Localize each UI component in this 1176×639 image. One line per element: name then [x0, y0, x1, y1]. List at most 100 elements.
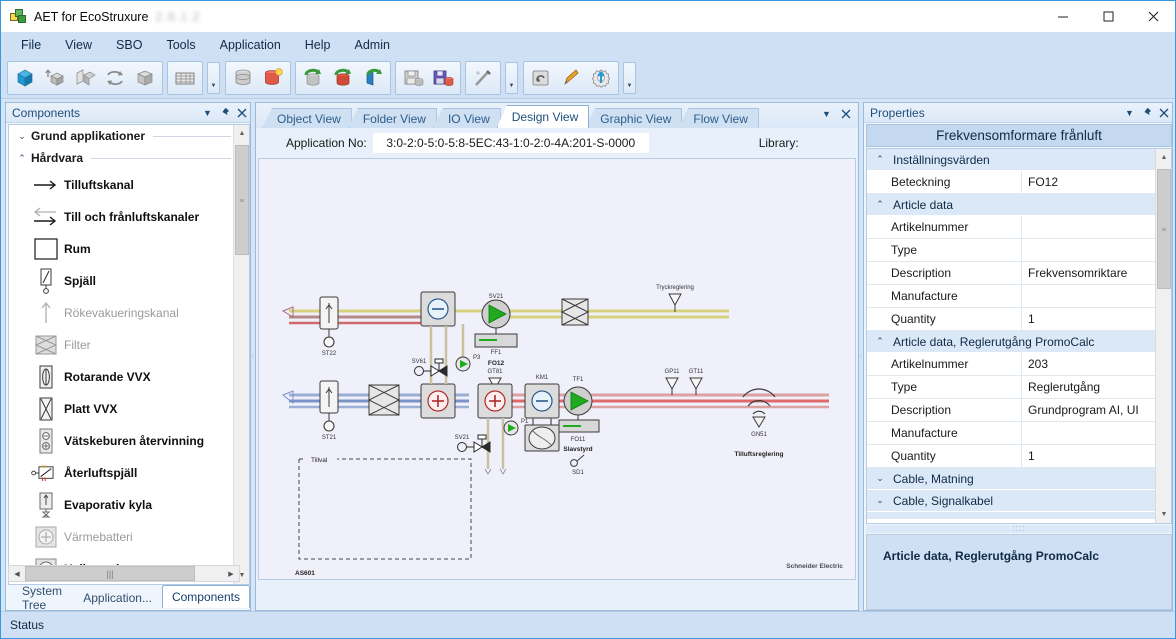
grid-view-button[interactable] — [170, 63, 200, 93]
chevron-down-icon[interactable]: ▼ — [1121, 105, 1138, 121]
component-item-vatskeburen-atervinning[interactable]: Vätskeburen återvinning — [9, 425, 235, 457]
tab-design-view[interactable]: Design View — [496, 105, 590, 128]
properties-splitter[interactable]: ⁚⁚⁚⁚ — [866, 525, 1172, 533]
copy-object-button[interactable] — [70, 63, 100, 93]
toolbar-overflow-3[interactable] — [623, 61, 636, 94]
menu-help[interactable]: Help — [293, 35, 343, 55]
properties-vertical-scrollbar[interactable]: ▲ ≡ ▼ — [1155, 149, 1171, 523]
table-row[interactable]: Beteckning FO12 — [867, 171, 1157, 194]
pin-icon[interactable] — [1138, 105, 1155, 121]
table-row[interactable]: Manufacture — [867, 422, 1157, 445]
table-row[interactable]: Type Reglerutgång — [867, 376, 1157, 399]
property-value[interactable]: 203 — [1022, 353, 1157, 375]
settings-button[interactable] — [586, 63, 616, 93]
table-row[interactable]: Manufacture — [867, 285, 1157, 308]
property-group-cable-matning[interactable]: ⌄ Cable, Matning — [867, 468, 1157, 490]
property-value[interactable]: Frekvensomriktare — [1022, 262, 1157, 284]
component-item-varmebatteri[interactable]: Värmebatteri — [9, 521, 235, 553]
components-horizontal-scrollbar[interactable]: ◀ ||| ▶ — [8, 565, 240, 582]
close-button[interactable] — [1130, 1, 1175, 31]
export-red-button[interactable] — [328, 63, 358, 93]
chevron-down-icon[interactable]: ▼ — [199, 105, 216, 121]
property-group-article-data[interactable]: ⌃ Article data — [867, 194, 1157, 216]
scroll-thumb[interactable]: ≡ — [235, 145, 249, 255]
component-item-evaporativ-kyla[interactable]: Evaporativ kyla — [9, 489, 235, 521]
property-value[interactable] — [1022, 239, 1157, 261]
component-item-aterluftspjall[interactable]: Återluftspjäll — [9, 457, 235, 489]
component-item-rum[interactable]: Rum — [9, 233, 235, 265]
property-group-partial[interactable] — [867, 512, 1157, 520]
application-no-value[interactable]: 3:0-2:0-5:0-5:8-5EC:43-1:0-2:0-4A:201-S-… — [372, 133, 649, 153]
menu-view[interactable]: View — [53, 35, 104, 55]
property-group-article-data-reglerutgang-promocalc[interactable]: ⌃ Article data, Reglerutgång PromoCalc — [867, 331, 1157, 353]
scroll-right-button[interactable]: ▶ — [223, 566, 239, 581]
components-group-hardvara[interactable]: ⌃ Hårdvara — [9, 147, 235, 169]
scroll-thumb[interactable]: ||| — [25, 566, 195, 581]
component-item-tilluftskanal[interactable]: Tilluftskanal — [9, 169, 235, 201]
close-icon[interactable] — [233, 105, 250, 121]
property-value[interactable]: 1 — [1022, 445, 1157, 467]
scroll-down-button[interactable]: ▼ — [1156, 506, 1171, 523]
component-item-filter[interactable]: Filter — [9, 329, 235, 361]
schematic-canvas[interactable]: ST22 ST21 P3 SV61 SV21 FF1 FO12 Tryckreg… — [258, 158, 856, 580]
component-item-till-och-franluftskanaler[interactable]: Till och frånluftskanaler — [9, 201, 235, 233]
tab-folder-view[interactable]: Folder View — [347, 108, 437, 128]
close-icon[interactable] — [1155, 105, 1172, 121]
menu-admin[interactable]: Admin — [343, 35, 402, 55]
table-row[interactable]: Artikelnummer — [867, 216, 1157, 239]
menu-application[interactable]: Application — [208, 35, 293, 55]
property-value[interactable]: 1 — [1022, 308, 1157, 330]
scroll-left-button[interactable]: ◀ — [9, 566, 25, 581]
tab-components[interactable]: Components — [161, 585, 250, 608]
toolbar-overflow-2[interactable] — [505, 61, 518, 94]
component-item-rotarande-vvx[interactable]: Rotarande VVX — [9, 361, 235, 393]
tab-system-tree[interactable]: System Tree — [12, 584, 73, 612]
property-value[interactable] — [1022, 216, 1157, 238]
property-value[interactable]: FO12 — [1022, 171, 1157, 193]
components-group-grund-applikationer[interactable]: ⌄ Grund applikationer — [9, 125, 235, 147]
edit-button[interactable] — [556, 63, 586, 93]
toolbar-overflow-1[interactable] — [207, 61, 220, 94]
scroll-up-button[interactable]: ▲ — [1156, 149, 1171, 166]
chevron-down-icon[interactable]: ▼ — [818, 106, 835, 122]
transfer-button[interactable] — [358, 63, 388, 93]
component-item-platt-vvx[interactable]: Platt VVX — [9, 393, 235, 425]
database-button[interactable] — [228, 63, 258, 93]
property-value[interactable] — [1022, 285, 1157, 307]
tools-wand-button[interactable] — [468, 63, 498, 93]
table-row[interactable]: Quantity 1 — [867, 308, 1157, 331]
table-row[interactable]: Type — [867, 239, 1157, 262]
components-vertical-scrollbar[interactable]: ▲ ≡ ▼ — [233, 125, 249, 584]
property-group-installningsvarden[interactable]: ⌃ Inställningsvärden — [867, 149, 1157, 171]
table-row[interactable]: Description Frekvensomriktare — [867, 262, 1157, 285]
table-row[interactable]: Quantity 1 — [867, 445, 1157, 468]
save-as-button[interactable] — [428, 63, 458, 93]
menu-sbo[interactable]: SBO — [104, 35, 154, 55]
tab-graphic-view[interactable]: Graphic View — [585, 108, 683, 128]
close-icon[interactable] — [837, 106, 854, 122]
upload-object-button[interactable] — [40, 63, 70, 93]
scroll-track[interactable]: ||| — [25, 566, 223, 581]
property-value[interactable]: Grundprogram AI, UI — [1022, 399, 1157, 421]
tab-io-view[interactable]: IO View — [432, 108, 501, 128]
paste-object-button[interactable] — [130, 63, 160, 93]
component-item-rokevakueringskanal[interactable]: Rökevakueringskanal — [9, 297, 235, 329]
table-row[interactable]: Artikelnummer 203 — [867, 353, 1157, 376]
property-value[interactable] — [1022, 422, 1157, 444]
property-value[interactable]: Reglerutgång — [1022, 376, 1157, 398]
property-group-cable-signalkabel[interactable]: ⌄ Cable, Signalkabel — [867, 490, 1157, 512]
menu-tools[interactable]: Tools — [154, 35, 207, 55]
tab-application[interactable]: Application... — [73, 587, 162, 608]
scroll-thumb[interactable]: ≡ — [1157, 169, 1171, 289]
tab-flow-view[interactable]: Flow View — [678, 108, 759, 128]
minimize-button[interactable] — [1040, 1, 1085, 31]
maximize-button[interactable] — [1085, 1, 1130, 31]
new-object-button[interactable] — [10, 63, 40, 93]
pin-icon[interactable] — [216, 105, 233, 121]
tab-object-view[interactable]: Object View — [262, 108, 352, 128]
refresh-button[interactable] — [100, 63, 130, 93]
component-item-spjall[interactable]: Spjäll — [9, 265, 235, 297]
scroll-up-button[interactable]: ▲ — [234, 125, 249, 142]
save-button[interactable] — [398, 63, 428, 93]
undo-button[interactable] — [526, 63, 556, 93]
